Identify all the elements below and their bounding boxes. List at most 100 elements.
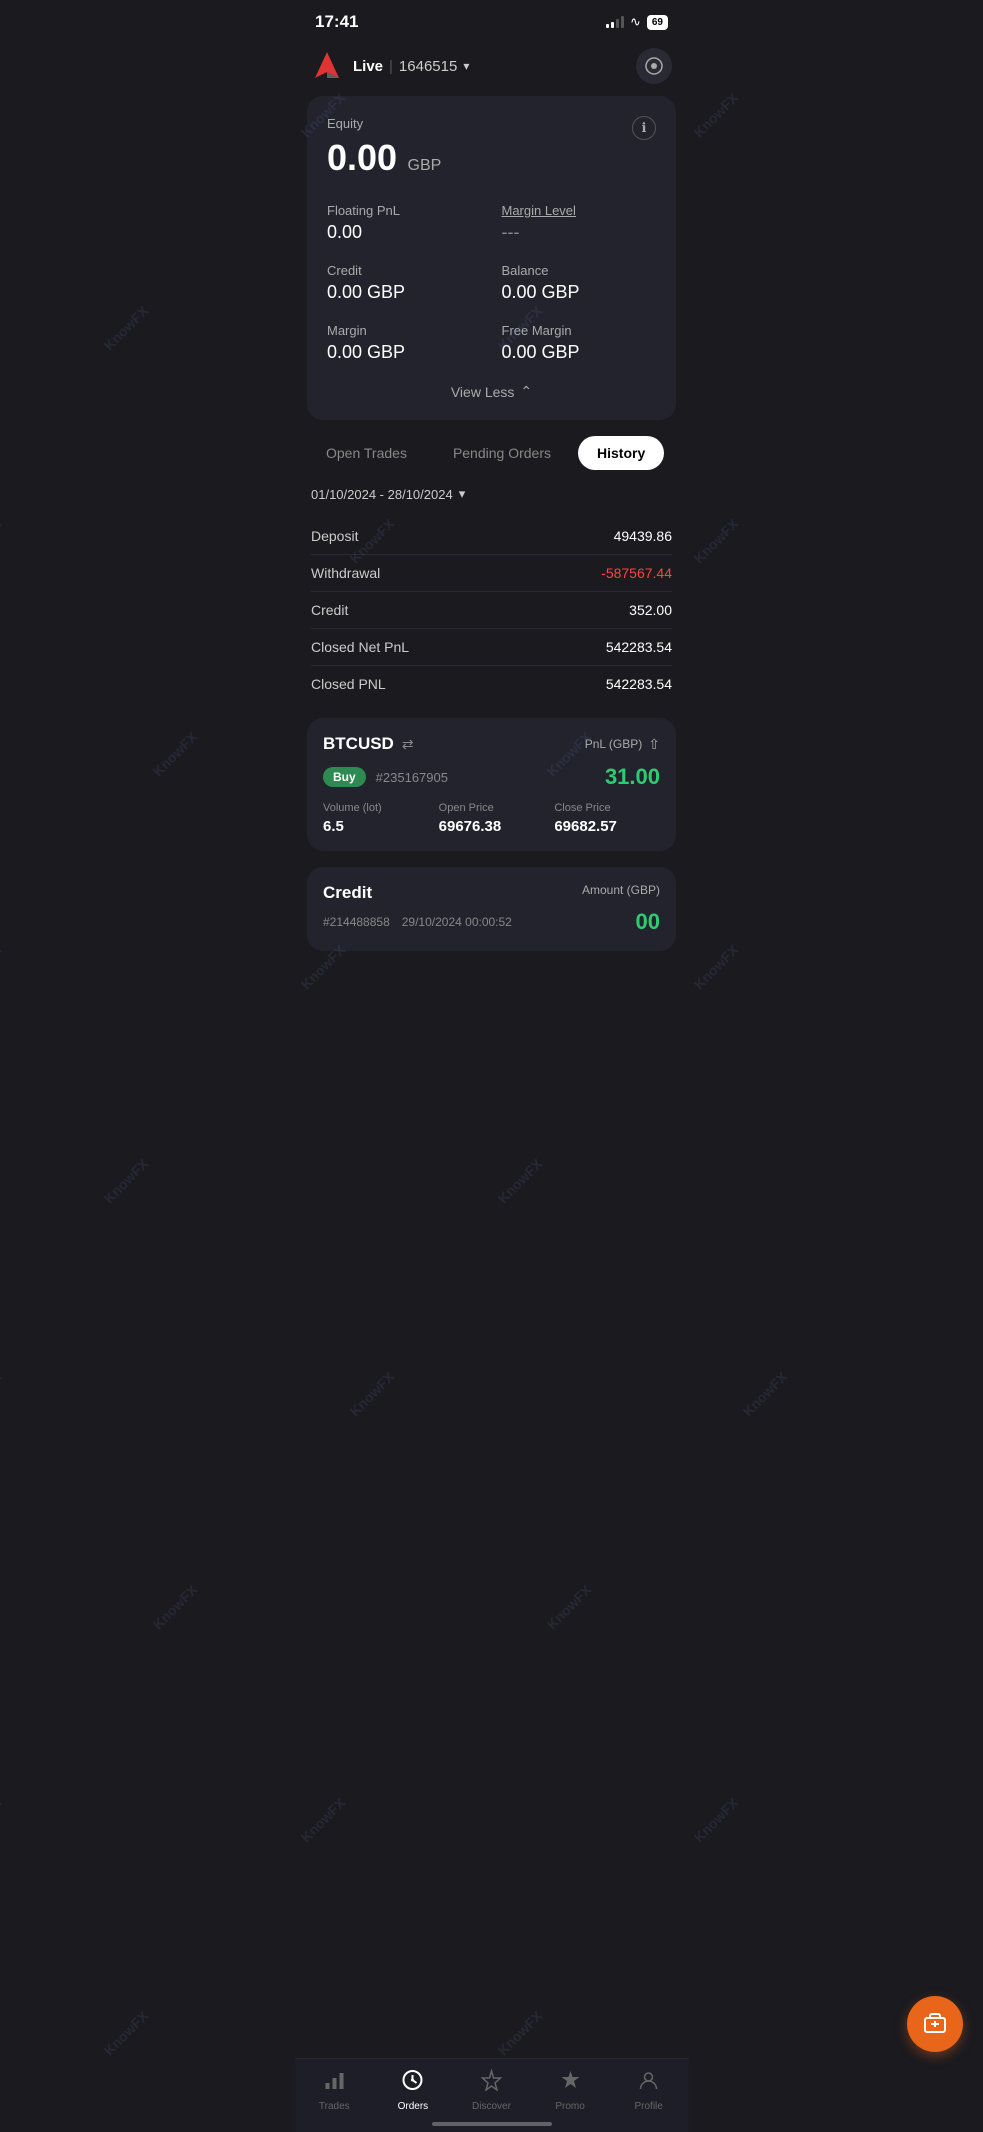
deposit-value: 49439.86	[614, 528, 672, 544]
view-less-label: View Less	[451, 384, 515, 400]
discover-icon	[480, 2069, 502, 2097]
credit-entry-title: Credit	[323, 883, 372, 903]
free-margin-metric: Free Margin 0.00 GBP	[502, 323, 657, 363]
metrics-grid: Floating PnL 0.00 Margin Level --- Credi…	[327, 203, 656, 363]
margin-level-label[interactable]: Margin Level	[502, 203, 657, 218]
history-section: 01/10/2024 - 28/10/2024 ▾ Deposit 49439.…	[295, 486, 688, 702]
signal-icon	[606, 16, 624, 28]
equity-value: 0.00	[327, 137, 397, 178]
share-icon[interactable]: ⇧	[648, 736, 660, 753]
equity-value-row: 0.00 GBP	[327, 137, 441, 179]
credit-entry-header: Credit Amount (GBP)	[323, 883, 660, 903]
margin-level-metric: Margin Level ---	[502, 203, 657, 243]
free-margin-label: Free Margin	[502, 323, 657, 338]
floating-pnl-label: Floating PnL	[327, 203, 482, 218]
credit-meta: #214488858 29/10/2024 00:00:52	[323, 915, 512, 929]
header: Live | 1646515 ▾	[295, 40, 688, 96]
app-logo	[311, 50, 343, 82]
withdrawal-value: -587567.44	[601, 565, 672, 581]
trade-header: BTCUSD ⇄ PnL (GBP) ⇧	[323, 734, 660, 754]
credit-amount-label: Amount (GBP)	[582, 883, 660, 897]
stat-row-withdrawal: Withdrawal -587567.44	[311, 555, 672, 592]
history-stats: Deposit 49439.86 Withdrawal -587567.44 C…	[311, 518, 672, 702]
equity-row: Equity 0.00 GBP ℹ	[327, 116, 656, 179]
pnl-value: 31.00	[605, 764, 660, 790]
nav-item-promo[interactable]: Promo	[531, 2069, 610, 2112]
balance-value: 0.00 GBP	[502, 282, 657, 303]
trade-symbol-row: BTCUSD ⇄	[323, 734, 414, 754]
wifi-icon: ∿	[630, 14, 641, 30]
credit-entry-id: #214488858	[323, 915, 390, 929]
account-card: Equity 0.00 GBP ℹ Floating PnL 0.00 Marg…	[307, 96, 676, 420]
credit-entry-card: Credit Amount (GBP) #214488858 29/10/202…	[307, 867, 676, 951]
battery-indicator: 69	[647, 15, 668, 30]
credit-metric: Credit 0.00 GBP	[327, 263, 482, 303]
margin-value: 0.00 GBP	[327, 342, 482, 363]
equity-label: Equity	[327, 116, 441, 131]
orders-icon	[402, 2069, 424, 2097]
chevron-up-icon: ⌃	[520, 383, 532, 400]
separator: |	[389, 58, 393, 75]
trade-info-row: Buy #235167905 31.00	[323, 764, 660, 790]
nav-item-discover[interactable]: Discover	[452, 2069, 531, 2112]
fab-button[interactable]	[907, 1996, 963, 2052]
trade-card: BTCUSD ⇄ PnL (GBP) ⇧ Buy #235167905 31.0…	[307, 718, 676, 851]
date-range-text: 01/10/2024 - 28/10/2024	[311, 487, 453, 502]
close-price-label: Close Price	[554, 802, 660, 814]
credit-hist-label: Credit	[311, 602, 348, 618]
margin-metric: Margin 0.00 GBP	[327, 323, 482, 363]
bottom-nav: Trades Orders Discover Promo	[295, 2058, 688, 2132]
home-indicator	[432, 2122, 552, 2126]
volume-label: Volume (lot)	[323, 802, 429, 814]
trades-icon	[323, 2069, 345, 2097]
margin-level-value: ---	[502, 222, 657, 243]
date-range-picker[interactable]: 01/10/2024 - 28/10/2024 ▾	[311, 486, 672, 502]
discover-label: Discover	[472, 2101, 511, 2112]
account-info[interactable]: Live | 1646515 ▾	[353, 58, 469, 75]
tab-history[interactable]: History	[578, 436, 664, 470]
trade-symbol: BTCUSD	[323, 734, 394, 754]
closed-net-pnl-label: Closed Net PnL	[311, 639, 409, 655]
deposit-label: Deposit	[311, 528, 358, 544]
credit-entry-amount: 00	[636, 909, 660, 935]
credit-hist-value: 352.00	[629, 602, 672, 618]
floating-pnl-value: 0.00	[327, 222, 482, 243]
header-left: Live | 1646515 ▾	[311, 50, 469, 82]
open-price-detail: Open Price 69676.38	[439, 802, 545, 835]
free-margin-value: 0.00 GBP	[502, 342, 657, 363]
trade-id: #235167905	[376, 770, 448, 785]
chevron-down-icon: ▾	[459, 486, 466, 502]
nav-item-trades[interactable]: Trades	[295, 2069, 374, 2112]
pnl-label: PnL (GBP)	[585, 737, 643, 751]
credit-entry-date: 29/10/2024 00:00:52	[402, 915, 512, 929]
nav-item-profile[interactable]: Profile	[609, 2069, 688, 2112]
stat-row-deposit: Deposit 49439.86	[311, 518, 672, 555]
open-price-label: Open Price	[439, 802, 545, 814]
pnl-section: PnL (GBP) ⇧	[585, 736, 660, 753]
stat-row-credit: Credit 352.00	[311, 592, 672, 629]
open-price-value: 69676.38	[439, 818, 545, 835]
tab-bar: Open Trades Pending Orders History	[295, 436, 688, 486]
close-price-value: 69682.57	[554, 818, 660, 835]
profile-label: Profile	[634, 2101, 662, 2112]
promo-label: Promo	[555, 2101, 584, 2112]
nav-item-orders[interactable]: Orders	[374, 2069, 453, 2112]
tab-open-trades[interactable]: Open Trades	[307, 436, 426, 470]
stat-row-closed-net-pnl: Closed Net PnL 542283.54	[311, 629, 672, 666]
stat-row-closed-pnl: Closed PNL 542283.54	[311, 666, 672, 702]
promo-icon	[559, 2069, 581, 2097]
status-time: 17:41	[315, 12, 358, 32]
info-icon[interactable]: ℹ	[632, 116, 656, 140]
margin-label: Margin	[327, 323, 482, 338]
chevron-down-icon: ▾	[463, 59, 469, 73]
orders-label: Orders	[398, 2101, 429, 2112]
closed-pnl-value: 542283.54	[606, 676, 672, 692]
trade-direction-badge: Buy	[323, 767, 366, 787]
settings-button[interactable]	[636, 48, 672, 84]
close-price-detail: Close Price 69682.57	[554, 802, 660, 835]
swap-icon: ⇄	[402, 736, 414, 753]
tab-pending-orders[interactable]: Pending Orders	[434, 436, 570, 470]
credit-label: Credit	[327, 263, 482, 278]
closed-pnl-label: Closed PNL	[311, 676, 386, 692]
view-less-button[interactable]: View Less ⌃	[327, 383, 656, 400]
